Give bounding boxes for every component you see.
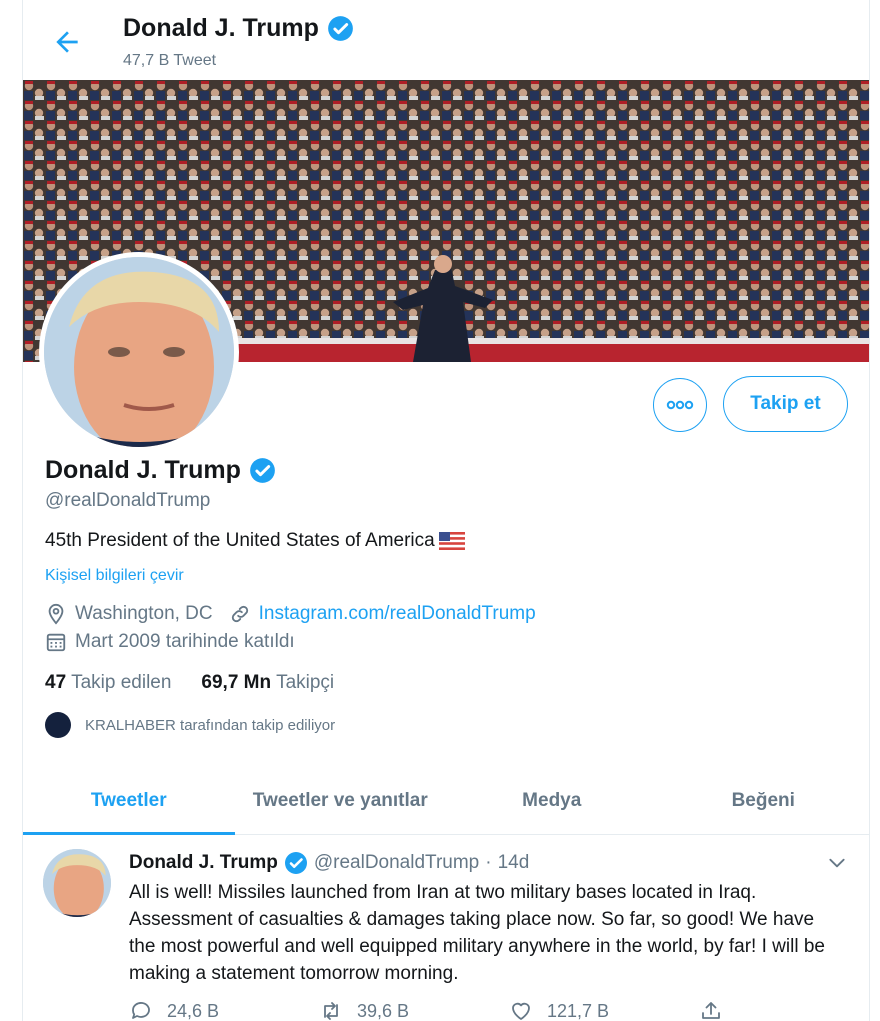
tweet-actions: 24,6 B 39,6 B 121,7 B [129, 999, 869, 1021]
profile-avatar[interactable] [39, 252, 239, 452]
profile-tabs: Tweetler Tweetler ve yanıtlar Medya Beğe… [23, 768, 869, 835]
followers-count: 69,7 Mn [201, 672, 272, 693]
retweet-count: 39,6 B [357, 1000, 410, 1021]
us-flag-icon [438, 532, 465, 550]
following-label: Takip edilen [71, 672, 172, 693]
share-icon [702, 1002, 720, 1019]
profile-page: Donald J. Trump 47,7 B Tweet Takip et Do… [22, 0, 870, 1021]
profile-handle: @realDonaldTrump [45, 490, 211, 511]
reply-count: 24,6 B [167, 1000, 220, 1021]
joined-text: Mart 2009 tarihinde katıldı [75, 631, 295, 652]
profile-name-text: Donald J. Trump [45, 456, 241, 484]
retweet-button[interactable]: 39,6 B [319, 999, 509, 1021]
followers-label: Takipçi [276, 672, 335, 693]
tweet-separator: · [485, 852, 492, 873]
link-icon [229, 603, 251, 625]
header-name: Donald J. Trump [123, 14, 319, 42]
more-dots-icon [666, 400, 694, 410]
tweet-item[interactable]: Donald J. Trump @realDonaldTrump · 14d A… [23, 835, 869, 1021]
tab-tweets-and-replies[interactable]: Tweetler ve yanıtlar [235, 768, 447, 834]
header-title: Donald J. Trump [123, 14, 354, 43]
verified-badge-icon [249, 457, 276, 484]
tweet-count: 47,7 B Tweet [123, 52, 217, 69]
follow-button[interactable]: Takip et [723, 376, 848, 432]
following-stat[interactable]: 47 Takip edilen [45, 672, 171, 694]
tab-tweets[interactable]: Tweetler [23, 768, 235, 835]
tweet-avatar-image [43, 849, 111, 917]
location-text: Washington, DC [75, 603, 213, 624]
location-pin-icon [45, 603, 67, 625]
more-options-button[interactable] [653, 378, 707, 432]
tweet-avatar[interactable] [43, 849, 111, 917]
follow-stats: 47 Takip edilen 69,7 Mn Takipçi [45, 672, 334, 694]
back-button[interactable] [51, 26, 83, 58]
following-count: 47 [45, 672, 67, 693]
retweet-icon [324, 1002, 338, 1020]
share-button[interactable] [699, 999, 869, 1021]
verified-badge-icon [327, 15, 354, 42]
bio-text: 45th President of the United States of A… [45, 530, 435, 551]
profile-bio: 45th President of the United States of A… [45, 530, 465, 552]
location-and-website: Washington, DC Instagram.com/realDonaldT… [45, 603, 536, 625]
tweet-author-name[interactable]: Donald J. Trump [129, 852, 278, 874]
followed-by-row[interactable]: KRALHABER tarafından takip ediliyor [45, 712, 335, 738]
followed-by-text: KRALHABER tarafından takip ediliyor [85, 716, 336, 734]
website-link[interactable]: Instagram.com/realDonaldTrump [259, 603, 536, 625]
translate-bio-link[interactable]: Kişisel bilgileri çevir [45, 567, 184, 585]
tab-likes[interactable]: Beğeni [658, 768, 870, 834]
followers-stat[interactable]: 69,7 Mn Takipçi [201, 672, 334, 694]
like-button[interactable]: 121,7 B [509, 999, 699, 1021]
tweet-author-handle[interactable]: @realDonaldTrump [314, 852, 479, 874]
tweet-header: Donald J. Trump @realDonaldTrump · 14d [129, 851, 529, 875]
joined-row: Mart 2009 tarihinde katıldı [45, 631, 295, 653]
avatar-image [44, 257, 234, 447]
tweet-time[interactable]: 14d [498, 852, 530, 874]
tab-media[interactable]: Medya [446, 768, 658, 834]
verified-badge-icon [284, 851, 308, 875]
reply-icon [132, 1002, 150, 1019]
tweet-text: All is well! Missiles launched from Iran… [129, 882, 825, 984]
like-icon [512, 1002, 530, 1020]
calendar-icon [45, 631, 67, 653]
top-bar: Donald J. Trump 47,7 B Tweet [23, 0, 869, 80]
like-count: 121,7 B [547, 1000, 610, 1021]
chevron-down-icon [829, 858, 845, 868]
back-arrow-icon [56, 31, 78, 53]
reply-button[interactable]: 24,6 B [129, 999, 319, 1021]
profile-name: Donald J. Trump [45, 456, 276, 485]
follower-avatar [45, 712, 71, 738]
tweet-menu-button[interactable] [827, 853, 847, 873]
